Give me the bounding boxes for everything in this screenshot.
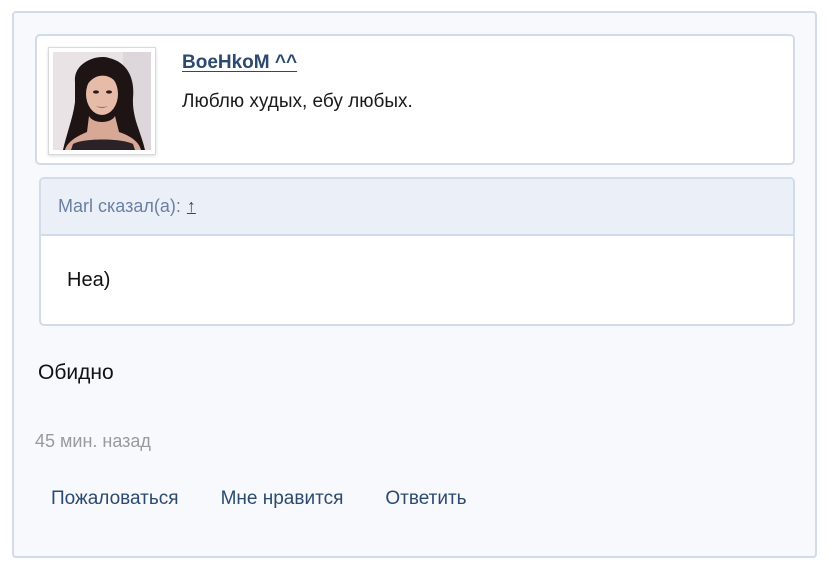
jump-to-quote-icon[interactable]: ↑ bbox=[187, 196, 196, 217]
avatar[interactable] bbox=[48, 47, 156, 155]
author-username-link[interactable]: BoeHkoM ^^ bbox=[182, 52, 297, 74]
user-avatar-photo-icon bbox=[53, 52, 151, 150]
like-button[interactable]: Мне нравится bbox=[221, 488, 344, 510]
comment-actions: Пожаловаться Мне нравится Ответить bbox=[51, 488, 509, 510]
report-button[interactable]: Пожаловаться bbox=[51, 488, 179, 510]
author-card: BoeHkoM ^^ Люблю худых, ебу любых. bbox=[35, 34, 795, 165]
quote-body-text: Hea) bbox=[67, 269, 111, 291]
comment-post: BoeHkoM ^^ Люблю худых, ебу любых. Marl … bbox=[12, 11, 817, 558]
quote-header: Marl сказал(а): ↑ bbox=[41, 179, 793, 236]
comment-timestamp: 45 мин. назад bbox=[35, 431, 151, 451]
quote-author-label: Marl сказал(а): bbox=[58, 196, 181, 216]
author-status-text: Люблю худых, ебу любых. bbox=[182, 91, 413, 112]
quote-block: Marl сказал(а): ↑ Hea) bbox=[39, 177, 795, 326]
reply-button[interactable]: Ответить bbox=[385, 488, 466, 510]
comment-text: Обидно bbox=[38, 361, 114, 384]
